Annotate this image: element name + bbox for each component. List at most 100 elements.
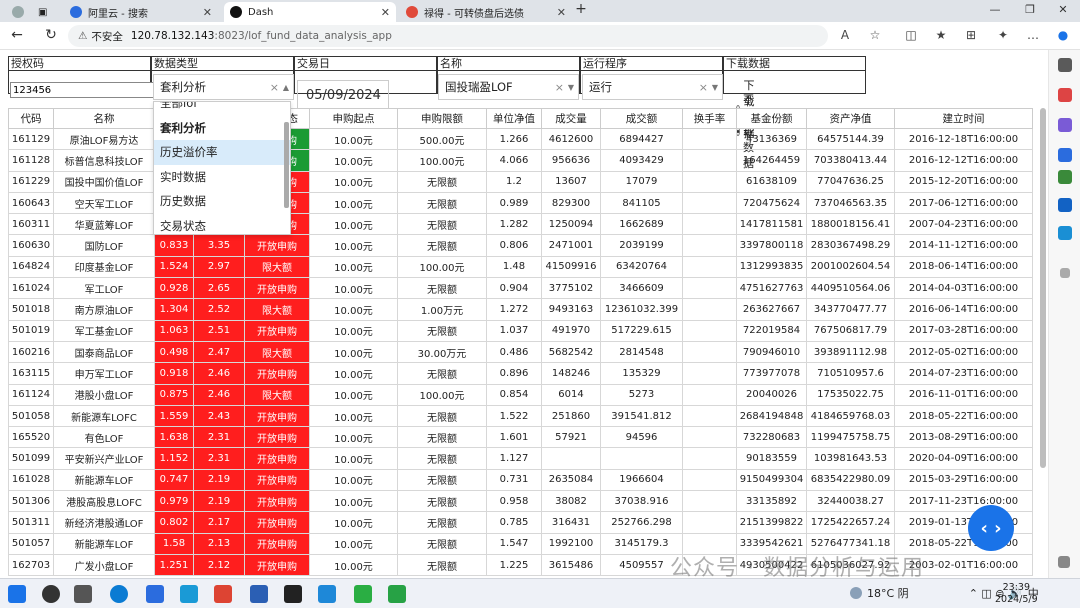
table-cell: 63420764 (600, 255, 683, 279)
caret-down-icon[interactable]: ▼ (712, 83, 718, 92)
dropdown-option[interactable]: 历史数据 (154, 189, 290, 214)
task-view-icon[interactable] (74, 585, 92, 603)
close-icon[interactable]: ✕ (203, 6, 212, 19)
app-icon[interactable] (388, 585, 406, 603)
clear-icon[interactable]: × (699, 81, 708, 94)
search-icon[interactable] (42, 585, 60, 603)
caret-up-icon[interactable]: ▲ (283, 83, 289, 92)
table-row[interactable]: 501018 南方原油LOF 1.304 2.52 限大额 10.00元 1.00万元 1.2… (8, 298, 1033, 321)
windows-start-icon[interactable] (8, 585, 26, 603)
program-select[interactable]: 运行 × ▼ (582, 74, 723, 100)
favorites-icon[interactable]: ★ (932, 28, 950, 42)
table-cell: 1.524 (154, 255, 194, 279)
tab-dash[interactable]: Dash ✕ (224, 2, 396, 22)
outlook-icon[interactable] (1058, 198, 1072, 212)
clear-icon[interactable]: × (555, 81, 564, 94)
table-row[interactable]: 165520 有色LOF 1.638 2.31 开放申购 10.00元 无限额 1.601 57… (8, 426, 1033, 449)
date-value: 05/09/2024 (306, 87, 381, 103)
clock[interactable]: 23:39 2024/5/9 (995, 582, 1038, 606)
table-cell: 无限额 (397, 170, 487, 193)
store-icon[interactable] (180, 585, 198, 603)
table-cell: 2014-11-12T16:00:00 (894, 234, 1033, 257)
back-icon[interactable]: ← (8, 27, 26, 43)
auth-code-input[interactable] (10, 82, 155, 98)
url-field[interactable]: ⚠ 不安全 120.78.132.143 :8023/lof_fund_data… (68, 25, 828, 47)
code-nav-button[interactable]: ‹ › (968, 505, 1014, 551)
table-cell: 0.731 (486, 468, 542, 492)
window-close-icon[interactable]: ✕ (1048, 3, 1078, 16)
tab-actions-icon[interactable]: ▣ (32, 2, 54, 22)
office-icon[interactable] (214, 585, 232, 603)
wechat-icon[interactable] (354, 585, 372, 603)
table-row[interactable]: 501019 军工基金LOF 1.063 2.51 开放申购 10.00元 无限额 1.037… (8, 319, 1033, 342)
table-row[interactable]: 501306 港股高股息LOFC 0.979 2.19 开放申购 10.00元 无限额 0.9… (8, 490, 1033, 513)
close-icon[interactable]: ✕ (557, 6, 566, 19)
dropdown-option[interactable]: 实时数据 (154, 165, 290, 190)
column-header[interactable]: 单位净值 (486, 108, 542, 129)
extensions-icon[interactable]: ✦ (994, 28, 1012, 42)
dropdown-option[interactable]: 交易状态 (154, 214, 290, 235)
name-select[interactable]: 国投瑞盈LOF × ▼ (438, 74, 579, 100)
column-header[interactable]: 名称 (53, 108, 155, 129)
column-header[interactable]: 换手率 (682, 108, 737, 129)
copilot-icon[interactable]: ● (1054, 28, 1072, 42)
tools-icon[interactable] (1058, 88, 1072, 102)
more-menu-icon[interactable]: … (1024, 28, 1042, 42)
favorite-star-icon[interactable]: ☆ (866, 28, 884, 42)
caret-down-icon[interactable]: ▼ (568, 83, 574, 92)
new-tab-icon[interactable]: + (566, 1, 596, 17)
vscode-icon[interactable] (318, 585, 336, 603)
office-icon[interactable] (1058, 170, 1072, 184)
dropdown-scrollbar[interactable] (284, 122, 289, 208)
split-screen-icon[interactable]: ◫ (902, 28, 920, 42)
date-picker[interactable]: 05/09/2024 (297, 80, 389, 110)
collections-icon[interactable]: ⊞ (962, 28, 980, 42)
settings-icon[interactable] (1058, 556, 1070, 568)
terminal-icon[interactable] (284, 585, 302, 603)
table-cell: 2.65 (193, 277, 245, 300)
search-icon[interactable] (1058, 58, 1072, 72)
table-row[interactable]: 161124 港股小盘LOF 0.875 2.46 限大额 10.00元 100.00元 0.… (8, 383, 1033, 406)
refresh-icon[interactable]: ↻ (42, 27, 60, 43)
column-header[interactable]: 基金份额 (736, 108, 807, 129)
column-header[interactable]: 建立时间 (894, 108, 1033, 129)
markdown-app-icon[interactable] (250, 585, 268, 603)
table-row[interactable]: 161024 军工LOF 0.928 2.65 开放申购 10.00元 无限额 0.904 37… (8, 277, 1033, 300)
maximize-icon[interactable]: ❐ (1015, 3, 1045, 16)
edge-icon[interactable] (110, 585, 128, 603)
column-header[interactable]: 成交量 (541, 108, 601, 129)
tab-aliyun-search[interactable]: 阿里云 - 搜索 ✕ (64, 2, 218, 22)
column-header[interactable]: 申购起点 (309, 108, 398, 129)
datatype-select[interactable]: 套利分析 × ▲ (153, 74, 294, 100)
table-row[interactable]: 163115 申万军工LOF 0.918 2.46 开放申购 10.00元 无限额 0.896… (8, 362, 1033, 385)
clear-icon[interactable]: × (270, 81, 279, 94)
table-row[interactable]: 501099 平安新兴产业LOF 1.152 2.31 开放申购 10.00元 无限额 1.1… (8, 447, 1033, 470)
add-icon[interactable] (1060, 268, 1070, 278)
column-header[interactable]: 申购限额 (397, 108, 487, 129)
table-cell: 开放申购 (244, 468, 310, 492)
dropdown-option[interactable]: 全部lof (154, 102, 290, 116)
profile-avatar[interactable] (6, 2, 32, 22)
table-row[interactable]: 501311 新经济港股通LOF 0.802 2.17 开放申购 10.00元 无限额 0.7… (8, 511, 1033, 534)
people-icon[interactable] (1058, 148, 1072, 162)
table-cell (682, 447, 737, 470)
table-row[interactable]: 160630 国防LOF 0.833 3.35 开放申购 10.00元 无限额 0.806 24… (8, 234, 1033, 257)
dropdown-option[interactable]: 套利分析 (154, 116, 290, 141)
mail-icon[interactable] (146, 585, 164, 603)
column-header[interactable]: 代码 (8, 108, 54, 129)
minimize-icon[interactable]: — (980, 3, 1010, 16)
close-icon[interactable]: ✕ (381, 6, 390, 19)
drop-icon[interactable] (1058, 226, 1072, 240)
page-scrollbar[interactable] (1040, 108, 1046, 468)
table-row[interactable]: 160216 国泰商品LOF 0.498 2.47 限大额 10.00元 30.00万元 0.… (8, 340, 1033, 364)
tab-lude[interactable]: 禄得 - 可转债盘后选债 ✕ (400, 2, 572, 22)
games-icon[interactable] (1058, 118, 1072, 132)
table-row[interactable]: 501058 新能源车LOFC 1.559 2.43 开放申购 10.00元 无限额 1.52… (8, 404, 1033, 428)
column-header[interactable]: 成交额 (600, 108, 683, 129)
column-header[interactable]: 资产净值 (806, 108, 895, 129)
table-row[interactable]: 161028 新能源车LOF 0.747 2.19 开放申购 10.00元 无限额 0.731… (8, 468, 1033, 492)
table-cell: 393891112.98 (806, 340, 895, 364)
read-aloud-icon[interactable]: A (836, 28, 854, 42)
table-row[interactable]: 164824 印度基金LOF 1.524 2.97 限大额 10.00元 100.00元 1.… (8, 255, 1033, 279)
dropdown-option[interactable]: 历史溢价率 (154, 140, 290, 165)
